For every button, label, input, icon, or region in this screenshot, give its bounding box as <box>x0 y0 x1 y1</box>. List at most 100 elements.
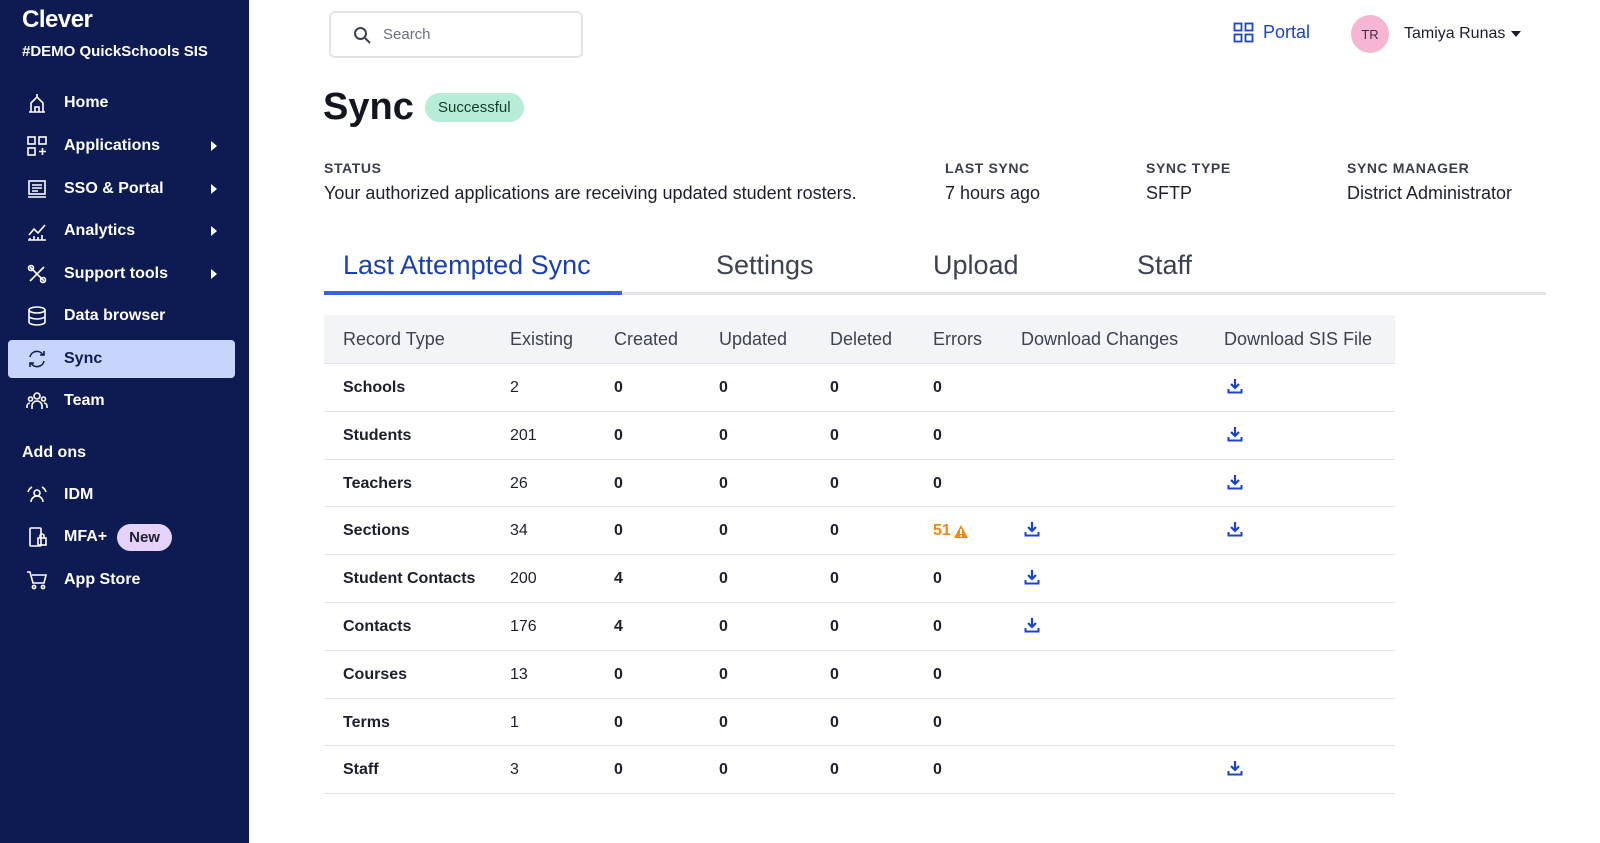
record-type-cell: Terms <box>343 713 390 731</box>
created-cell: 0 <box>614 522 623 540</box>
sidebar-item-label: Team <box>64 392 105 409</box>
download-sis-file-icon[interactable] <box>1227 474 1243 490</box>
download-sis-file-icon[interactable] <box>1227 378 1243 394</box>
sync-manager-value: District Administrator <box>1347 183 1513 203</box>
tab-settings[interactable]: Settings <box>716 250 814 281</box>
analytics-icon <box>26 220 48 242</box>
created-cell: 0 <box>614 426 623 444</box>
chevron-right-icon <box>211 184 217 194</box>
chevron-right-icon <box>211 269 217 279</box>
error-count[interactable]: 51 <box>933 522 951 540</box>
status-value: Your authorized applications are receivi… <box>324 183 857 203</box>
updated-cell: 0 <box>719 379 728 396</box>
updated-cell: 0 <box>719 713 728 731</box>
created-cell: 0 <box>614 761 623 779</box>
record-type-cell: Contacts <box>343 617 412 635</box>
errors-cell: 51 <box>933 522 969 540</box>
created-cell: 0 <box>614 713 623 731</box>
created-cell: 4 <box>614 570 623 588</box>
existing-cell: 3 <box>510 761 519 779</box>
created-cell: 0 <box>614 379 623 396</box>
sidebar-item-mfa[interactable]: MFA+ New <box>8 518 235 556</box>
team-icon <box>26 390 48 412</box>
sidebar-item-sso-portal[interactable]: SSO & Portal <box>8 170 235 208</box>
table-row: Terms 1 0 0 0 0 <box>324 699 1395 747</box>
sync-icon <box>26 348 48 370</box>
warning-icon[interactable] <box>953 524 969 539</box>
user-name: Tamiya Runas <box>1404 25 1506 42</box>
database-icon <box>26 305 48 327</box>
errors-cell: 0 <box>933 713 942 731</box>
clever-logo[interactable]: Clever <box>22 6 93 34</box>
updated-cell: 0 <box>719 617 728 635</box>
table-row: Teachers 26 0 0 0 0 <box>324 460 1395 508</box>
updated-cell: 0 <box>719 665 728 683</box>
sidebar-item-idm[interactable]: IDM <box>8 476 235 514</box>
errors-cell: 0 <box>933 761 942 779</box>
record-type-cell: Courses <box>343 665 408 683</box>
existing-cell: 176 <box>510 617 537 635</box>
existing-cell: 2 <box>510 379 519 396</box>
new-badge: New <box>117 523 172 551</box>
record-type-cell: Schools <box>343 379 406 396</box>
chevron-right-icon <box>211 226 217 236</box>
table-row: Students 201 0 0 0 0 <box>324 412 1395 460</box>
download-changes-icon[interactable] <box>1024 569 1040 585</box>
column-header-download-sis-file: Download SIS File <box>1224 329 1373 349</box>
sidebar-item-label: Support tools <box>64 265 168 282</box>
existing-cell: 34 <box>510 522 528 540</box>
sidebar-item-label: MFA+ <box>64 528 108 545</box>
download-sis-file-icon[interactable] <box>1227 521 1243 537</box>
download-sis-file-icon[interactable] <box>1227 760 1243 776</box>
created-cell: 0 <box>614 665 623 683</box>
table-body: Schools 2 0 0 0 0 Students 201 0 0 0 0 T… <box>324 364 1395 795</box>
existing-cell: 26 <box>510 474 528 492</box>
sidebar-item-home[interactable]: Home <box>8 84 235 122</box>
portal-grid-icon <box>1233 22 1254 43</box>
deleted-cell: 0 <box>830 665 839 683</box>
sidebar-item-label: Data browser <box>64 307 166 324</box>
updated-cell: 0 <box>719 522 728 540</box>
portal-link[interactable]: Portal <box>1233 22 1310 43</box>
avatar[interactable]: TR <box>1351 15 1389 53</box>
sso-portal-icon <box>26 178 48 200</box>
sidebar-item-applications[interactable]: Applications <box>8 127 235 165</box>
sidebar-item-app-store[interactable]: App Store <box>8 561 235 599</box>
deleted-cell: 0 <box>830 570 839 588</box>
sidebar-item-team[interactable]: Team <box>8 382 235 420</box>
tab-upload[interactable]: Upload <box>933 250 1019 281</box>
active-tab-indicator <box>324 291 622 295</box>
table-header: Record Type Existing Created Updated Del… <box>324 315 1395 364</box>
record-type-cell: Student Contacts <box>343 570 476 588</box>
download-changes-icon[interactable] <box>1024 521 1040 537</box>
tab-staff[interactable]: Staff <box>1137 250 1192 281</box>
sidebar-item-support-tools[interactable]: Support tools <box>8 255 235 293</box>
last-sync-label: LAST SYNC <box>945 160 1030 176</box>
apps-icon <box>26 135 48 157</box>
sidebar-item-label: SSO & Portal <box>64 180 164 197</box>
addons-heading: Add ons <box>22 444 86 461</box>
download-changes-icon[interactable] <box>1024 617 1040 633</box>
sidebar-item-analytics[interactable]: Analytics <box>8 212 235 250</box>
sync-manager-label: SYNC MANAGER <box>1347 160 1470 176</box>
updated-cell: 0 <box>719 570 728 588</box>
column-header-created: Created <box>614 329 679 349</box>
errors-cell: 0 <box>933 665 942 683</box>
sidebar-item-label: Sync <box>64 350 103 367</box>
sidebar-item-data-browser[interactable]: Data browser <box>8 297 235 335</box>
updated-cell: 0 <box>719 426 728 444</box>
search-input[interactable]: Search <box>329 11 583 58</box>
search-placeholder: Search <box>383 26 431 43</box>
sidebar-item-label: Analytics <box>64 222 136 239</box>
sidebar-item-label: Home <box>64 94 109 111</box>
user-menu[interactable]: Tamiya Runas <box>1404 25 1522 43</box>
deleted-cell: 0 <box>830 474 839 492</box>
table-row: Contacts 176 4 0 0 0 <box>324 603 1395 651</box>
status-badge: Successful <box>425 93 524 122</box>
sidebar-item-sync[interactable]: Sync <box>8 340 235 378</box>
download-sis-file-icon[interactable] <box>1227 426 1243 442</box>
tab-last-attempted-sync[interactable]: Last Attempted Sync <box>343 250 591 281</box>
table-row: Staff 3 0 0 0 0 <box>324 746 1395 795</box>
record-type-cell: Teachers <box>343 474 413 492</box>
page-title: Sync <box>323 86 414 128</box>
